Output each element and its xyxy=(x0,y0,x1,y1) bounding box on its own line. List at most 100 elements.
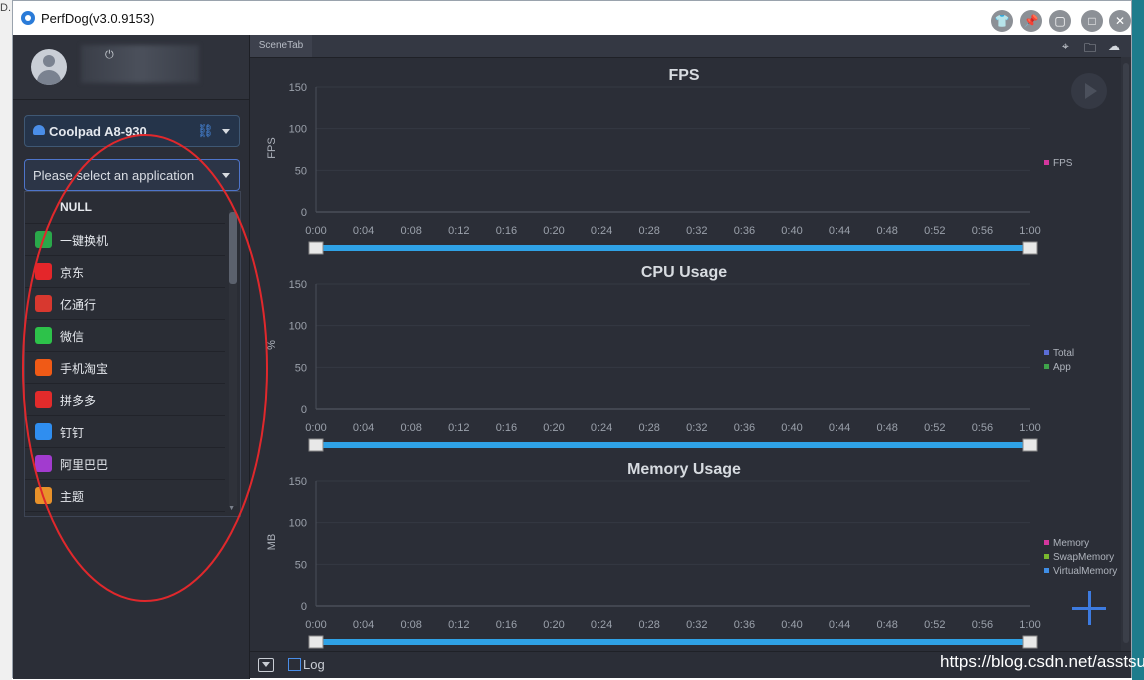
app-icon xyxy=(35,327,52,344)
x-tick-label: 0:04 xyxy=(353,619,374,631)
avatar[interactable] xyxy=(31,49,67,85)
list-item[interactable]: 手机淘宝 xyxy=(25,352,225,384)
app-icon xyxy=(35,295,52,312)
list-item[interactable]: 阿里巴巴 xyxy=(25,448,225,480)
list-item-label: 阿里巴巴 xyxy=(60,458,109,472)
y-tick-label: 50 xyxy=(295,559,307,571)
x-tick-label: 0:04 xyxy=(353,422,374,434)
charts-area: FPS FPS 0 50 100 150 0:00 0:04 0:08 0:12 0:16 0:20 0… xyxy=(266,67,1117,649)
dropdown-scrollbar[interactable] xyxy=(229,212,237,284)
log-checkbox[interactable] xyxy=(288,658,301,671)
x-tick-label: 0:16 xyxy=(496,422,517,434)
list-item-label: 手机淘宝 xyxy=(60,362,109,376)
range-slider-bar xyxy=(316,639,1030,645)
minimize-icon[interactable]: ▢ xyxy=(1049,10,1071,32)
x-tick-label: 0:24 xyxy=(591,225,612,237)
x-tick-label: 0:40 xyxy=(781,225,802,237)
y-tick-label: 100 xyxy=(289,321,307,333)
list-item[interactable]: 一键换机 xyxy=(25,224,225,256)
x-tick-label: 0:12 xyxy=(448,422,469,434)
app-icon xyxy=(35,359,52,376)
legend-label: SwapMemory xyxy=(1053,552,1114,563)
android-icon xyxy=(33,125,45,135)
tab-scene[interactable]: SceneTab xyxy=(250,35,312,57)
list-item[interactable]: 京东 xyxy=(25,256,225,288)
x-tick-label: 0:44 xyxy=(829,225,850,237)
main-scrollbar[interactable] xyxy=(1121,57,1131,651)
chart-title: CPU Usage xyxy=(641,264,727,281)
y-tick-label: 0 xyxy=(301,207,307,219)
x-tick-label: 0:56 xyxy=(972,225,993,237)
list-item-label: 拼多多 xyxy=(60,394,97,408)
x-tick-label: 0:24 xyxy=(591,619,612,631)
range-slider-handle-left xyxy=(308,635,324,649)
list-item[interactable]: 钉钉 xyxy=(25,416,225,448)
x-tick-label: 0:16 xyxy=(496,225,517,237)
maximize-icon[interactable]: □ xyxy=(1081,10,1103,32)
x-tick-label: 0:00 xyxy=(305,225,326,237)
add-icon[interactable] xyxy=(1072,591,1106,625)
device-select[interactable]: Coolpad A8-930 ⛓ xyxy=(24,115,240,147)
cloud-icon[interactable]: ☁ xyxy=(1108,39,1120,53)
x-tick-label: 0:56 xyxy=(972,619,993,631)
x-tick-label: 0:00 xyxy=(305,619,326,631)
y-tick-label: 0 xyxy=(301,404,307,416)
x-tick-label: 0:00 xyxy=(305,422,326,434)
app-icon xyxy=(35,231,52,248)
title-bar: PerfDog(v3.0.9153) 👕 📌 ▢ □ ✕ xyxy=(13,1,1131,35)
list-item-label: 京东 xyxy=(60,266,85,280)
x-tick-label: 0:32 xyxy=(686,225,707,237)
location-icon[interactable]: ⌖ xyxy=(1062,39,1069,54)
y-axis-label: % xyxy=(266,340,278,350)
list-item[interactable]: 亿通行 xyxy=(25,288,225,320)
range-slider-handle-right xyxy=(1022,438,1038,452)
x-tick-label: 0:36 xyxy=(734,422,755,434)
shirt-icon[interactable]: 👕 xyxy=(991,10,1013,32)
list-item[interactable]: 主题 xyxy=(25,480,225,512)
x-tick-label: 0:08 xyxy=(400,619,421,631)
list-item[interactable]: 拼多多 xyxy=(25,384,225,416)
redacted-username xyxy=(81,45,199,83)
pin-icon[interactable]: 📌 xyxy=(1020,10,1042,32)
user-area: ⏻ xyxy=(13,35,249,100)
list-item[interactable]: NULL xyxy=(25,192,225,224)
scroll-down-arrow-icon[interactable]: ▼ xyxy=(228,505,235,512)
x-tick-label: 0:24 xyxy=(591,422,612,434)
app-dropdown-list[interactable]: 主题 阿里巴巴 钉钉 拼多多 手机淘宝 微信 亿通行 京东 一键换机 NULL ▼ xyxy=(24,191,241,517)
x-tick-label: 0:44 xyxy=(829,619,850,631)
y-tick-label: 50 xyxy=(295,165,307,177)
sidebar: ⏻ Coolpad A8-930 ⛓ Please select an appl… xyxy=(13,35,250,679)
x-tick-label: 0:08 xyxy=(400,225,421,237)
y-tick-label: 150 xyxy=(289,476,307,488)
x-tick-label: 0:44 xyxy=(829,422,850,434)
legend-label: FPS xyxy=(1053,158,1073,169)
chevron-down-icon[interactable] xyxy=(222,173,230,178)
list-item[interactable]: 微信 xyxy=(25,320,225,352)
legend-swatch xyxy=(1044,364,1049,369)
collapse-toggle-button[interactable] xyxy=(258,658,274,672)
x-tick-label: 0:20 xyxy=(543,422,564,434)
x-tick-label: 0:40 xyxy=(781,422,802,434)
app-select[interactable]: Please select an application xyxy=(24,159,240,191)
list-item-label: 亿通行 xyxy=(60,298,97,312)
chart-title: FPS xyxy=(668,67,699,84)
app-icon xyxy=(35,423,52,440)
legend-swatch xyxy=(1044,554,1049,559)
x-tick-label: 0:12 xyxy=(448,619,469,631)
chevron-down-icon[interactable] xyxy=(222,129,230,134)
x-tick-label: 0:16 xyxy=(496,619,517,631)
app-icon xyxy=(35,263,52,280)
x-tick-label: 0:28 xyxy=(638,422,659,434)
range-slider-handle-left xyxy=(308,438,324,452)
range-slider-handle-right xyxy=(1022,635,1038,649)
x-tick-label: 0:52 xyxy=(924,619,945,631)
play-icon[interactable] xyxy=(1071,73,1107,109)
link-icon[interactable]: ⛓ xyxy=(197,123,214,139)
close-icon[interactable]: ✕ xyxy=(1109,10,1131,32)
x-tick-label: 0:40 xyxy=(781,619,802,631)
background-desktop: D. xyxy=(0,0,12,680)
x-tick-label: 0:20 xyxy=(543,619,564,631)
power-icon[interactable]: ⏻ xyxy=(105,49,114,62)
list-item-label: NULL xyxy=(60,200,92,214)
legend-label: Total xyxy=(1053,348,1074,359)
